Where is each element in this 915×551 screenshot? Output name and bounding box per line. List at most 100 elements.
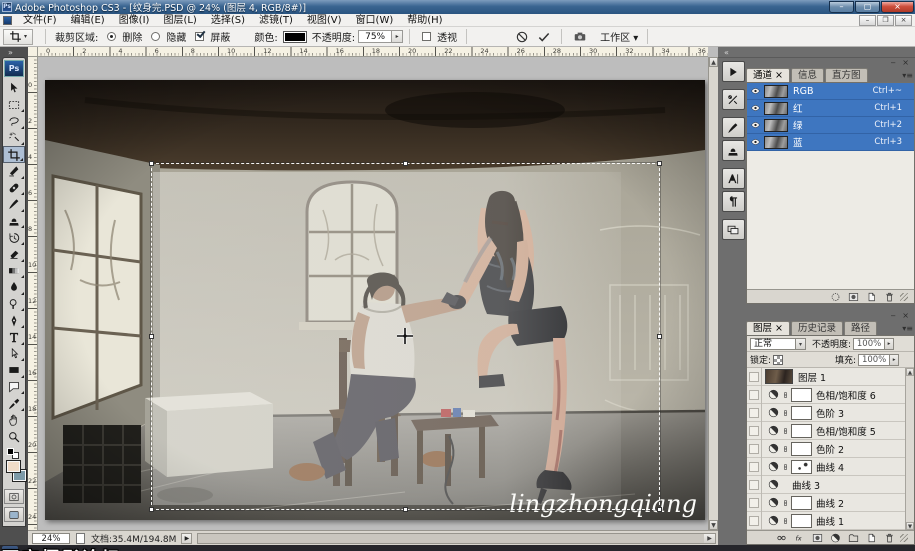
layer-row-5[interactable]: 色阶 2 [747, 440, 914, 458]
delete-layer-button[interactable] [883, 532, 896, 544]
layer-visibility-toggle[interactable] [747, 476, 762, 494]
layer-name[interactable]: 曲线 1 [816, 514, 844, 528]
delete-channel-button[interactable] [883, 291, 896, 303]
scroll-up-arrow[interactable]: ▲ [709, 57, 718, 67]
panel-resize-grip[interactable] [900, 534, 908, 542]
toolbox-collapse-button[interactable]: » [8, 48, 13, 57]
layer-row-4[interactable]: 色相/饱和度 5 [747, 422, 914, 440]
layer-mask-thumbnail[interactable] [791, 388, 812, 402]
zoom-tool[interactable] [3, 428, 25, 445]
paragraph-panel-button[interactable] [722, 191, 745, 212]
layer-mask-thumbnail[interactable] [791, 406, 812, 420]
layer-opacity-spinner[interactable]: ▸ [885, 338, 894, 350]
path-select-tool[interactable] [3, 346, 25, 363]
shield-color-swatch[interactable] [283, 31, 307, 43]
doc-close-button[interactable]: × [895, 15, 912, 26]
layers-scroll-down[interactable]: ▼ [906, 522, 914, 530]
layer-visibility-toggle[interactable] [747, 368, 762, 386]
vertical-scrollbar[interactable]: ▲ ▼ [708, 57, 718, 530]
healing-brush-tool[interactable] [3, 180, 25, 197]
channels-tab-2[interactable]: 信息 [791, 68, 824, 82]
layer-visibility-toggle[interactable] [747, 422, 762, 440]
marquee-tool[interactable] [3, 97, 25, 114]
layer-mask-thumbnail[interactable] [791, 514, 812, 528]
shape-tool[interactable] [3, 362, 25, 379]
layer-name[interactable]: 色相/饱和度 6 [816, 388, 876, 402]
move-tool[interactable] [3, 80, 25, 97]
crop-handle-s[interactable] [403, 507, 408, 512]
load-channel-as-selection-button[interactable] [829, 291, 842, 303]
channel-row-蓝[interactable]: 蓝Ctrl+3 [747, 134, 914, 151]
layers-scroll-up[interactable]: ▲ [906, 368, 914, 376]
layers-tab-2[interactable]: 历史记录 [791, 321, 843, 335]
crop-handle-ne[interactable] [657, 161, 662, 166]
layer-row-3[interactable]: 色阶 3 [747, 404, 914, 422]
layer-comps-panel-button[interactable] [722, 219, 745, 240]
clone-stamp-tool[interactable] [3, 213, 25, 230]
layer-name[interactable]: 图层 1 [798, 370, 826, 384]
menu-item-1[interactable]: 文件(F) [16, 14, 64, 27]
menu-item-3[interactable]: 图像(I) [112, 14, 157, 27]
channels-group-controls[interactable]: ‒ × [746, 58, 915, 67]
fill-spinner[interactable]: ▸ [890, 354, 899, 366]
layer-name[interactable]: 曲线 3 [792, 478, 820, 492]
hand-tool[interactable] [3, 412, 25, 429]
layer-name[interactable]: 色相/饱和度 5 [816, 424, 876, 438]
layer-row-1[interactable]: 图层 1 [747, 368, 914, 386]
close-button[interactable]: × [881, 1, 914, 13]
adjustment-layer-icon[interactable] [767, 442, 780, 455]
horizontal-scrollbar[interactable]: ▶ [197, 533, 716, 544]
menu-item-5[interactable]: 选择(S) [204, 14, 252, 27]
layers-tab-1[interactable]: 图层 × [746, 321, 790, 335]
gradient-tool[interactable] [3, 263, 25, 280]
cancel-crop-button[interactable] [515, 30, 529, 44]
layers-menu-button[interactable]: ▾≡ [902, 322, 915, 335]
layer-row-9[interactable]: 曲线 1 [747, 512, 914, 530]
save-selection-as-channel-button[interactable] [847, 291, 860, 303]
hide-radio[interactable] [151, 32, 160, 41]
opacity-field[interactable]: 75% [358, 30, 392, 43]
channels-tab-3[interactable]: 直方图 [825, 68, 868, 82]
panel-resize-grip[interactable] [900, 293, 908, 301]
layer-visibility-toggle[interactable] [747, 386, 762, 404]
new-group-button[interactable] [847, 532, 860, 544]
eyedropper-tool[interactable] [3, 395, 25, 412]
layer-thumbnail[interactable] [765, 369, 793, 384]
channel-visibility-eye-icon[interactable] [747, 86, 764, 96]
crop-marquee[interactable] [151, 163, 660, 510]
lock-position-icon[interactable] [800, 354, 812, 366]
channel-visibility-eye-icon[interactable] [747, 120, 764, 130]
blend-mode-select[interactable]: 正常▾ [750, 338, 806, 350]
commit-crop-button[interactable] [537, 30, 551, 44]
channel-row-红[interactable]: 红Ctrl+1 [747, 100, 914, 117]
crop-tool[interactable] [3, 146, 25, 163]
channel-visibility-eye-icon[interactable] [747, 137, 764, 147]
layer-opacity-field[interactable]: 100% [853, 338, 885, 350]
eraser-tool[interactable] [3, 246, 25, 263]
new-layer-button[interactable] [865, 532, 878, 544]
minimize-button[interactable]: – [829, 1, 854, 13]
adjustment-layer-icon[interactable] [767, 478, 780, 491]
scroll-down-arrow[interactable]: ▼ [709, 520, 718, 530]
canvas-image[interactable]: lingzhongqiang [45, 80, 705, 520]
fill-field[interactable]: 100% [858, 354, 890, 366]
layer-visibility-toggle[interactable] [747, 512, 762, 530]
layer-row-7[interactable]: 曲线 3 [747, 476, 914, 494]
menu-item-8[interactable]: 窗口(W) [349, 14, 401, 27]
notes-tool[interactable] [3, 379, 25, 396]
actions-panel-button[interactable] [722, 61, 745, 82]
menu-item-9[interactable]: 帮助(H) [400, 14, 449, 27]
tool-preset-picker[interactable]: ▾ [3, 29, 33, 45]
go-to-bridge-button[interactable] [572, 30, 588, 44]
channels-tab-1[interactable]: 通道 × [746, 68, 790, 82]
layer-style-button[interactable]: fx [793, 532, 806, 544]
layer-mask-thumbnail[interactable] [791, 460, 812, 474]
foreground-color-swatch[interactable] [6, 460, 21, 473]
channel-visibility-eye-icon[interactable] [747, 103, 764, 113]
status-flyout-button[interactable]: ▶ [181, 533, 192, 544]
link-layers-button[interactable] [775, 532, 788, 544]
layer-visibility-toggle[interactable] [747, 458, 762, 476]
lock-transparency-icon[interactable] [772, 354, 784, 366]
character-panel-button[interactable] [722, 168, 745, 189]
delete-radio[interactable] [107, 32, 116, 41]
